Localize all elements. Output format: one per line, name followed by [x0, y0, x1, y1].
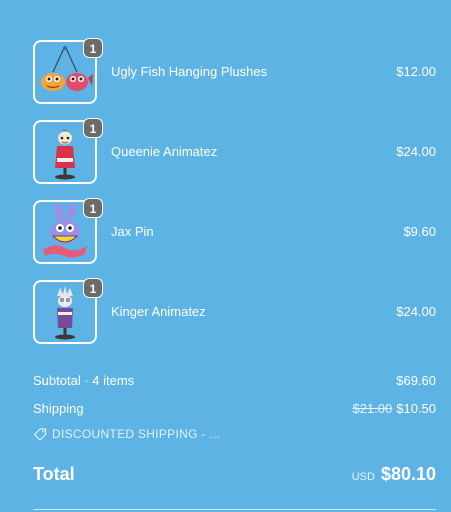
- divider: [33, 509, 436, 510]
- line-item: 1 Kinger Animatez $24.00: [33, 278, 436, 344]
- line-item: 1 Ugly Fish Hanging Plushes $12.00: [33, 38, 436, 104]
- total-value: $80.10: [380, 464, 436, 484]
- currency-code: USD: [351, 471, 375, 483]
- item-name: Queenie Animatez: [111, 144, 218, 159]
- quantity-badge: 1: [83, 198, 103, 218]
- total-row: Total USD $80.10: [33, 462, 436, 492]
- shipping-label: Shipping: [33, 401, 84, 416]
- line-item: 1 Jax Pin $9.60: [33, 198, 436, 264]
- product-thumbnail: 1: [33, 118, 103, 184]
- product-thumbnail: 1: [33, 278, 103, 344]
- item-name: Kinger Animatez: [111, 304, 206, 319]
- product-thumbnail: 1: [33, 198, 103, 264]
- quantity-badge: 1: [83, 118, 103, 138]
- discount-code: DISCOUNTED SHIPPING - ...: [33, 427, 220, 441]
- subtotal-value: $69.60: [396, 373, 436, 388]
- item-name: Jax Pin: [111, 224, 154, 239]
- item-price: $24.00: [396, 304, 436, 319]
- item-price: $24.00: [396, 144, 436, 159]
- shipping-discounted-price: $10.50: [396, 401, 436, 416]
- product-thumbnail: 1: [33, 38, 103, 104]
- discount-label: DISCOUNTED SHIPPING - ...: [52, 427, 221, 441]
- quantity-badge: 1: [83, 38, 103, 58]
- quantity-badge: 1: [83, 278, 103, 298]
- tag-icon: [33, 428, 47, 441]
- total-amount: USD $80.10: [352, 464, 436, 485]
- item-price: $12.00: [396, 64, 436, 79]
- shipping-row: Shipping $21.00 $10.50: [33, 401, 436, 416]
- shipping-price: $21.00 $10.50: [352, 401, 436, 416]
- line-item: 1 Queenie Animatez $24.00: [33, 118, 436, 184]
- order-summary: 1 Ugly Fish Hanging Plushes $12.00 1 Que…: [0, 0, 451, 512]
- total-label: Total: [33, 464, 75, 484]
- subtotal-label: Subtotal · 4 items: [33, 373, 135, 388]
- subtotal-row: Subtotal · 4 items $69.60: [33, 373, 436, 388]
- item-price: $9.60: [403, 224, 436, 239]
- shipping-original-price: $21.00: [352, 401, 393, 416]
- item-name: Ugly Fish Hanging Plushes: [111, 64, 268, 79]
